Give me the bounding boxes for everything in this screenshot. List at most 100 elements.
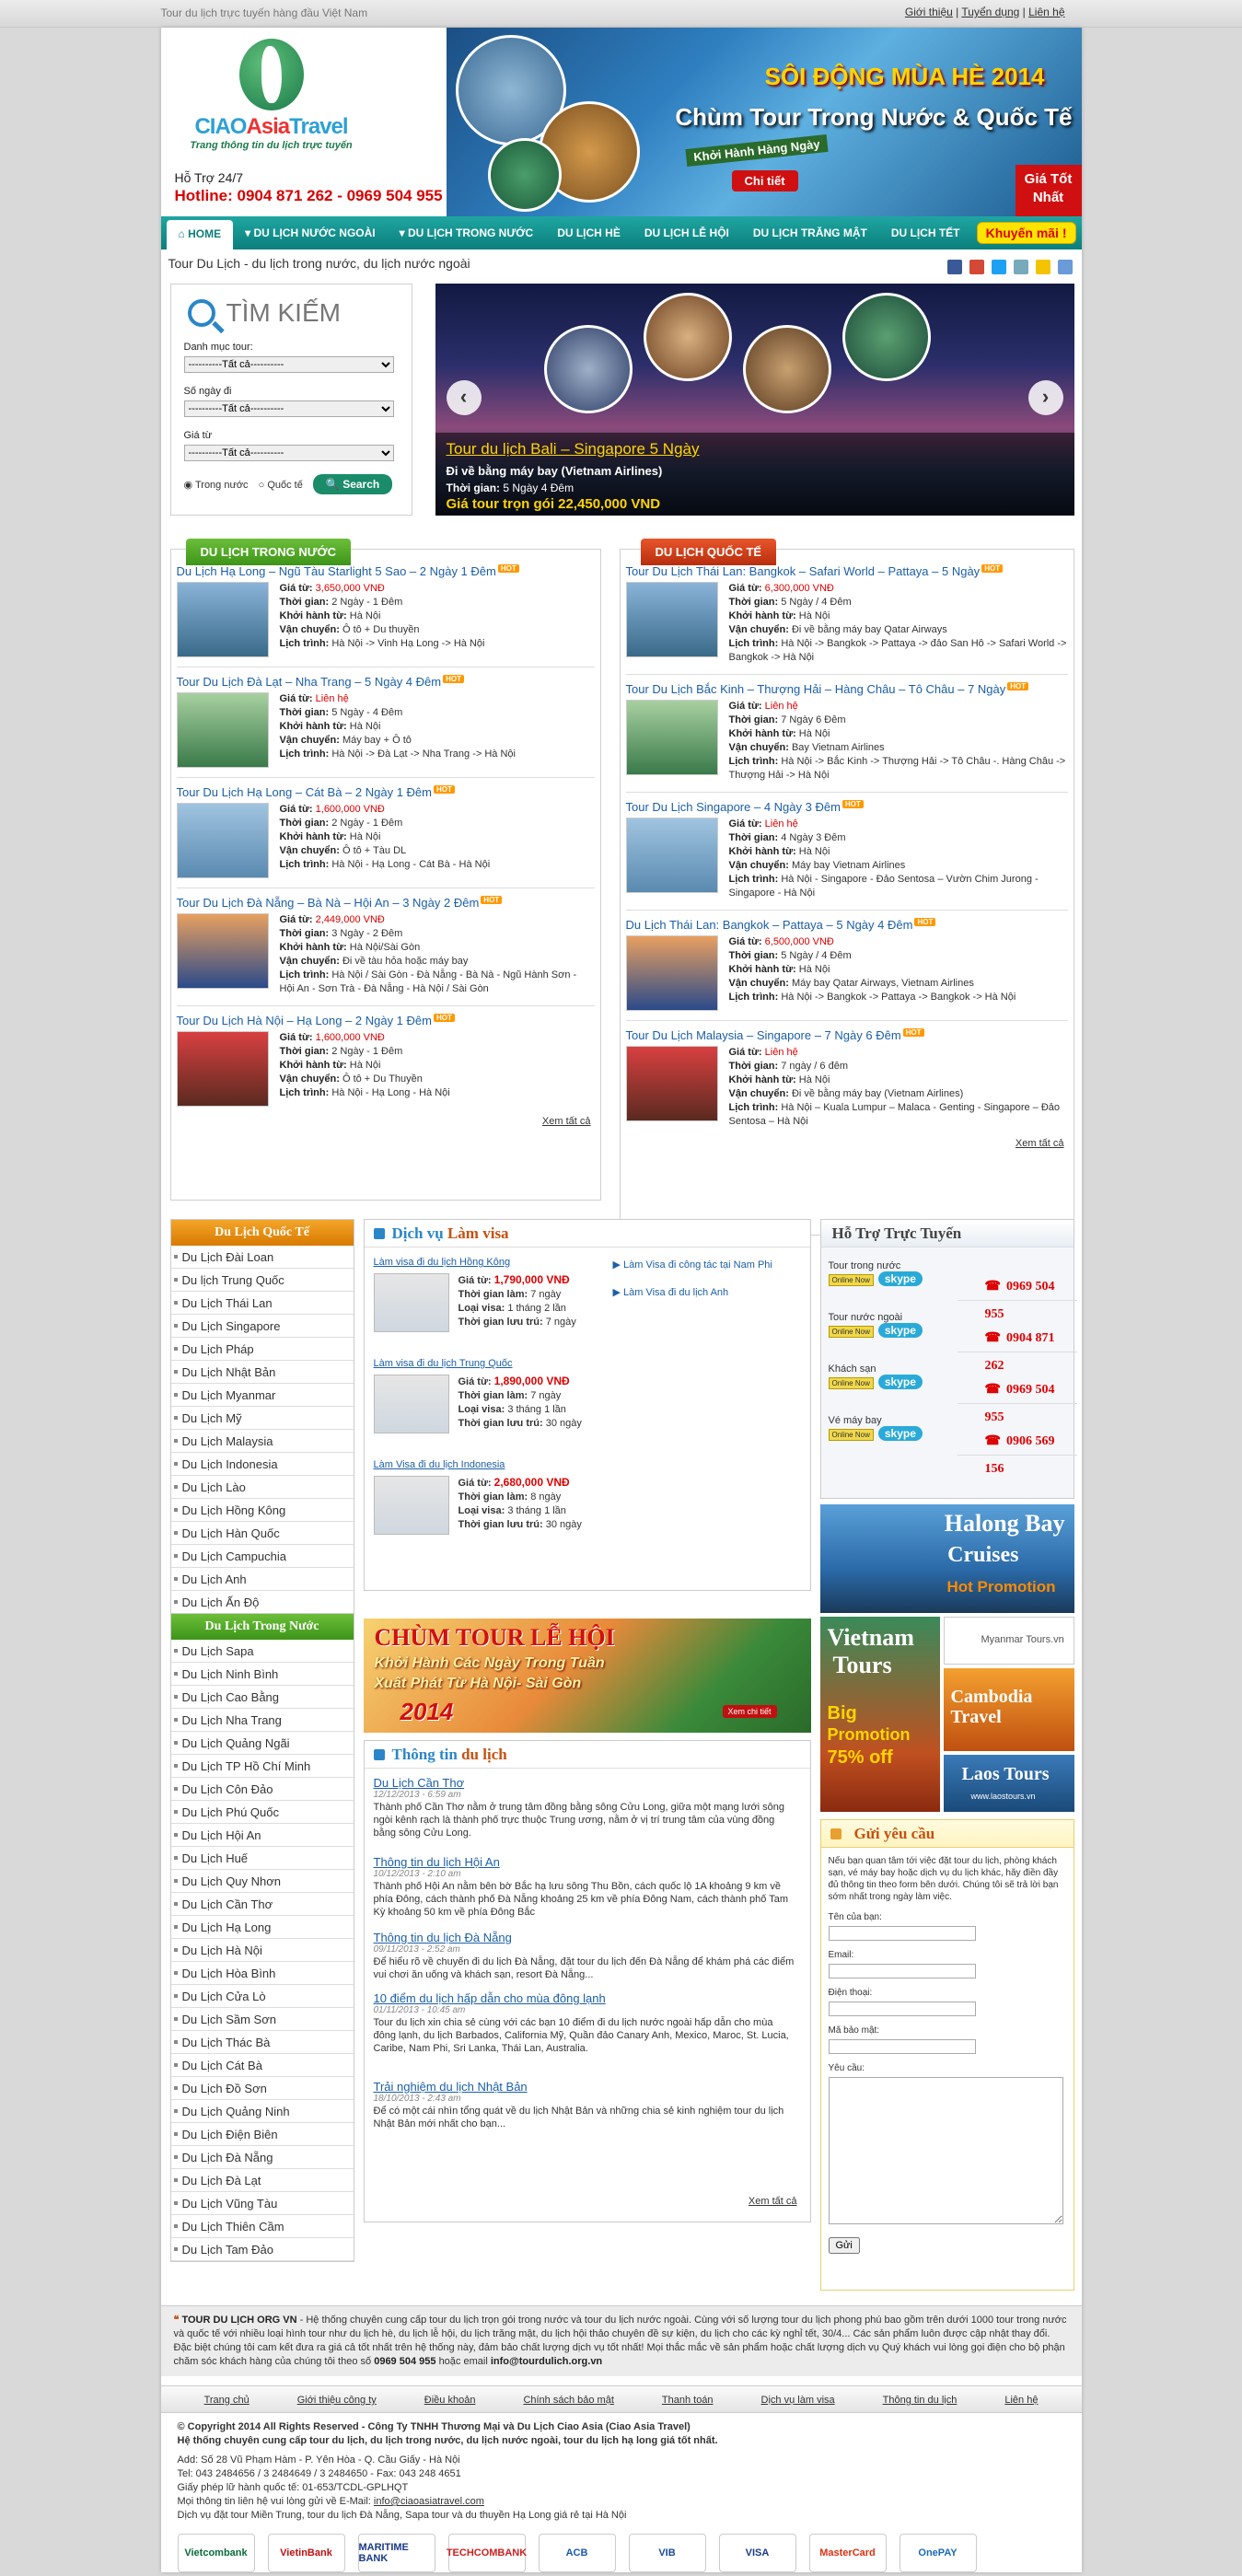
menu-item[interactable]: Du Lịch Indonesia [170,1453,354,1476]
menu-item[interactable]: Du Lịch Điện Biên [170,2123,354,2146]
skype-icon[interactable]: skype [877,1323,923,1338]
menu-item[interactable]: Du Lịch Thác Bà [170,2031,354,2054]
menu-item[interactable]: Du Lịch Quảng Ngãi [170,1732,354,1755]
tour-title[interactable]: Tour Du Lịch Malaysia – Singapore – 7 Ng… [626,1028,1068,1042]
link-contact[interactable]: Liên hệ [1028,6,1064,18]
star-icon[interactable] [1035,260,1050,274]
menu-item[interactable]: Du Lịch Đà Nẵng [170,2146,354,2169]
laos-tours-ad[interactable]: Laos Tours www.laostours.vn [943,1755,1074,1812]
menu-item[interactable]: Du Lịch Đà Lạt [170,2169,354,2192]
tour-title[interactable]: Tour Du Lịch Bắc Kinh – Thượng Hải – Hàn… [626,682,1068,696]
menu-item[interactable]: Du Lịch Nha Trang [170,1709,354,1732]
tour-title[interactable]: Du Lịch Thái Lan: Bangkok – Pattaya – 5 … [626,918,1068,932]
tour-slider[interactable]: ‹ › Tour du lịch Bali – Singapore 5 Ngày… [435,284,1074,516]
menu-item[interactable]: Du Lịch Quy Nhơn [170,1870,354,1893]
nav-honeymoon[interactable]: DU LỊCH TRĂNG MẬT [741,216,879,249]
tour-thumbnail[interactable] [176,1031,269,1107]
tour-thumbnail[interactable] [625,700,718,775]
nav-home[interactable]: ⌂ HOME [166,220,234,249]
email-field[interactable] [828,1964,976,1978]
tour-thumbnail[interactable] [625,582,718,657]
menu-item[interactable]: Du Lịch Cao Bằng [170,1686,354,1709]
menu-item[interactable]: Du Lịch Vũng Tàu [170,2192,354,2215]
tour-title-text[interactable]: Du Lịch Thái Lan: Bangkok – Pattaya – 5 … [626,918,913,932]
footer-email[interactable]: info@tourdulich.org.vn [491,2356,602,2367]
menu-item[interactable]: Du lịch Trung Quốc [170,1269,354,1292]
logo[interactable]: CIAOAsiaTravel Trang thông tin du lịch t… [189,39,354,158]
footer-link[interactable]: Giới thiệu công ty [297,2395,377,2406]
menu-item[interactable]: Du Lịch Cần Thơ [170,1893,354,1916]
tour-title[interactable]: Tour Du Lịch Singapore – 4 Ngày 3 Đêm HOT [626,800,1068,814]
menu-item[interactable]: Du Lịch Myanmar [170,1384,354,1407]
nav-foreign[interactable]: ▾ DU LỊCH NƯỚC NGOÀI [233,216,388,249]
menu-item[interactable]: Du Lịch Đài Loan [170,1246,354,1269]
tour-thumbnail[interactable] [176,692,269,768]
news-more-link[interactable]: Xem tất cả [749,2196,801,2207]
radio-domestic[interactable]: ◉ Trong nước [184,480,249,491]
visa-image[interactable] [373,1375,449,1433]
myanmar-tours-ad[interactable]: Myanmar Tours.vn [943,1617,1074,1665]
menu-item[interactable]: Du Lịch Sầm Sơn [170,2008,354,2031]
menu-item[interactable]: Du Lịch Malaysia [170,1430,354,1453]
header-banner[interactable]: SÔI ĐỘNG MÙA HÈ 2014 Chùm Tour Trong Nướ… [446,28,1082,216]
tour-title[interactable]: Tour Du Lịch Hạ Long – Cát Bà – 2 Ngày 1… [177,785,595,799]
search-button[interactable]: 🔍 Search [312,474,393,494]
visa-link-2[interactable]: ▶ Làm Visa đi du lịch Anh [613,1286,729,1298]
tour-title[interactable]: Tour Du Lịch Đà Lạt – Nha Trang – 5 Ngày… [177,675,595,689]
email-icon[interactable] [1057,260,1073,274]
tour-title-text[interactable]: Du Lịch Hạ Long – Ngũ Tàu Starlight 5 Sa… [177,564,496,578]
festival-ad-button[interactable]: Xem chi tiết [722,1705,777,1718]
halong-cruises-ad[interactable]: Halong Bay Cruises Hot Promotion [819,1504,1074,1613]
menu-item[interactable]: Du Lịch Thái Lan [170,1292,354,1315]
visa-image[interactable] [373,1273,449,1332]
nav-festival[interactable]: DU LỊCH LỄ HỘI [633,216,741,249]
menu-item[interactable]: Du Lịch TP Hồ Chí Minh [170,1755,354,1778]
cambodia-travel-ad[interactable]: Cambodia Travel [943,1668,1074,1751]
name-field[interactable] [828,1926,976,1941]
submit-button[interactable]: Gửi [828,2237,860,2254]
menu-item[interactable]: Du Lịch Hàn Quốc [170,1522,354,1545]
twitter-icon[interactable] [991,260,1006,274]
radio-international[interactable]: ○ Quốc tế [259,480,303,491]
footer-link[interactable]: Liên hệ [1004,2395,1038,2406]
menu-item[interactable]: Du Lịch Hà Nội [170,1939,354,1962]
link-careers[interactable]: Tuyển dụng [961,6,1019,18]
footer-link[interactable]: Thông tin du lịch [883,2395,958,2406]
domestic-more-link[interactable]: Xem tất cả [177,1116,595,1127]
price-select[interactable]: ----------Tất cả---------- [183,445,394,461]
menu-item[interactable]: Du Lịch Nhật Bản [170,1361,354,1384]
category-select[interactable]: ----------Tất cả---------- [183,356,394,373]
tour-title-text[interactable]: Tour Du Lịch Đà Nẵng – Bà Nà – Hội An – … [177,896,480,910]
nav-summer[interactable]: DU LỊCH HÈ [545,216,633,249]
tour-title[interactable]: Du Lịch Hạ Long – Ngũ Tàu Starlight 5 Sa… [177,564,595,578]
menu-item[interactable]: Du Lịch Campuchia [170,1545,354,1568]
tour-title-text[interactable]: Tour Du Lịch Singapore – 4 Ngày 3 Đêm [626,800,841,814]
international-more-link[interactable]: Xem tất cả [626,1138,1068,1149]
request-field[interactable] [828,2077,1063,2224]
tour-thumbnail[interactable] [176,582,269,657]
news-title[interactable]: Thông tin du lịch Đà Nẵng [374,1931,797,1944]
festival-ad[interactable]: CHÙM TOUR LỄ HỘI Khởi Hành Các Ngày Tron… [363,1619,811,1733]
skype-icon[interactable]: skype [877,1426,923,1441]
tour-title[interactable]: Tour Du Lịch Thái Lan: Bangkok – Safari … [626,564,1068,578]
tour-title-text[interactable]: Tour Du Lịch Đà Lạt – Nha Trang – 5 Ngày… [177,675,442,689]
days-select[interactable]: ----------Tất cả---------- [183,400,394,417]
captcha-field[interactable] [828,2039,976,2054]
tour-thumbnail[interactable] [625,1046,718,1121]
news-title[interactable]: Du Lịch Cần Thơ [374,1776,797,1790]
facebook-icon[interactable] [947,260,963,274]
nav-domestic[interactable]: ▾ DU LỊCH TRONG NƯỚC [388,216,546,249]
footer-link[interactable]: Chính sách bảo mật [523,2395,613,2406]
google-plus-icon[interactable] [969,260,984,274]
footer-contact-email[interactable]: info@ciaoasiatravel.com [374,2496,484,2507]
tour-title-text[interactable]: Tour Du Lịch Hạ Long – Cát Bà – 2 Ngày 1… [177,785,432,799]
nav-tet[interactable]: DU LỊCH TẾT [879,216,972,249]
news-title[interactable]: Thông tin du lịch Hội An [374,1855,797,1869]
tour-title-text[interactable]: Tour Du Lịch Malaysia – Singapore – 7 Ng… [626,1028,901,1042]
menu-item[interactable]: Du Lịch Hòa Bình [170,1962,354,1985]
menu-item[interactable]: Du Lịch Sapa [170,1640,354,1663]
menu-item[interactable]: Du Lịch Cát Bà [170,2054,354,2077]
tour-thumbnail[interactable] [625,818,718,893]
menu-item[interactable]: Du Lịch Singapore [170,1315,354,1338]
menu-item[interactable]: Du Lịch Pháp [170,1338,354,1361]
